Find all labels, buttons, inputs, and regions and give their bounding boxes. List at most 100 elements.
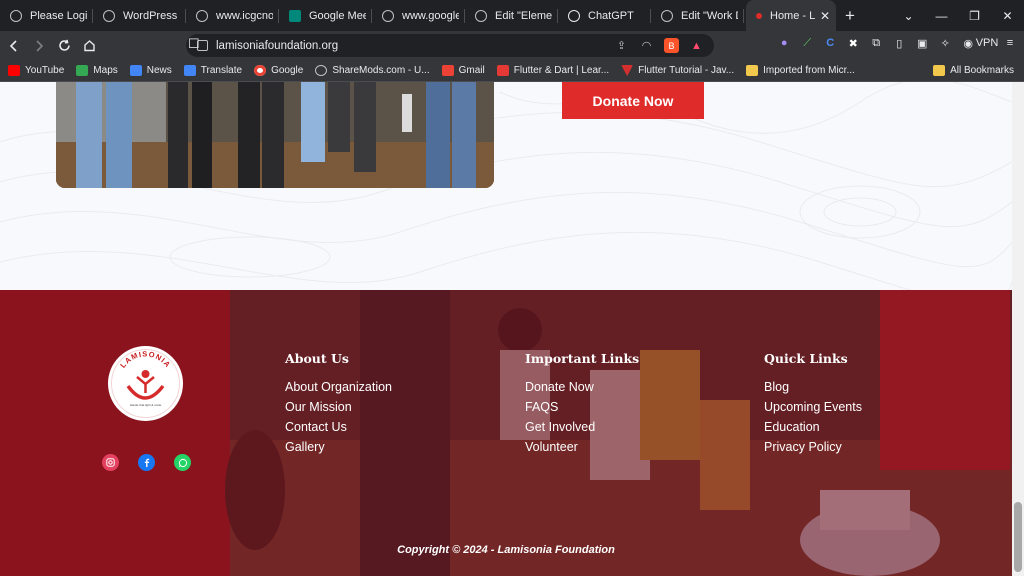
site-footer: LAMISONIA Hands that light & smile About…	[0, 290, 1012, 576]
gmail-icon	[441, 65, 454, 76]
menu-icon[interactable]: ≡	[1002, 35, 1018, 51]
footer-heading: About Us	[285, 351, 349, 366]
bookmark-label: Flutter Tutorial - Jav...	[638, 65, 735, 76]
whatsapp-icon[interactable]	[174, 454, 191, 471]
restore-icon[interactable]: ❐	[958, 0, 991, 31]
youtube-icon	[8, 65, 20, 76]
bookmark-item[interactable]: Google	[254, 65, 303, 76]
bookmark-item[interactable]: Flutter & Dart | Lear...	[496, 65, 609, 76]
volunteers-photo-illustration	[56, 82, 494, 188]
donate-now-button[interactable]: Donate Now	[562, 82, 704, 119]
tab-search-icon[interactable]: ⌄	[892, 0, 925, 31]
folder-icon	[746, 65, 759, 76]
google-meet-icon	[289, 9, 301, 22]
footer-link-gallery[interactable]: Gallery	[285, 440, 392, 460]
browser-tab[interactable]: Please Login	[0, 0, 93, 31]
bookmark-item[interactable]: YouTube	[8, 65, 64, 76]
leo-ai-icon[interactable]: ✧	[937, 35, 953, 51]
bookmark-label: Maps	[93, 65, 118, 76]
extensions-bar: ● ⟋ C ✖ ⧉ ▯ ▣ ✧ ◉ VPN ≡	[776, 35, 1018, 51]
globe-icon	[382, 9, 394, 22]
flutter-site-icon	[496, 65, 509, 76]
window-controls: ⌄ — ❐ ✕	[892, 0, 1024, 31]
footer-link-contact-us[interactable]: Contact Us	[285, 420, 392, 440]
browser-tab[interactable]: Edit "Work De	[651, 0, 744, 31]
brave-rewards-icon[interactable]: ▲	[689, 38, 704, 53]
wallet-icon[interactable]: ▣	[914, 35, 930, 51]
browser-tab[interactable]: WordPress Me	[93, 0, 186, 31]
instagram-icon[interactable]	[102, 454, 119, 471]
extension-icon[interactable]: C	[822, 35, 838, 51]
bookmark-label: Imported from Micr...	[763, 65, 855, 76]
copyright-text: Copyright © 2024 - Lamisonia Foundation	[397, 544, 615, 556]
home-icon[interactable]	[78, 35, 100, 57]
svg-text:Hands that light & smile: Hands that light & smile	[130, 403, 162, 407]
rss-icon[interactable]: ◠	[639, 38, 654, 53]
extension-icon[interactable]: ⟋	[799, 35, 815, 51]
new-tab-button[interactable]: +	[836, 0, 864, 31]
bookmark-label: Google	[271, 65, 304, 76]
footer-important-links: Important Links Donate Now FAQS Get Invo…	[525, 351, 639, 460]
scrollbar-thumb[interactable]	[1014, 502, 1022, 572]
all-bookmarks-folder[interactable]: All Bookmarks	[933, 65, 1014, 76]
browser-tab[interactable]: Google Meet	[279, 0, 372, 31]
minimize-icon[interactable]: —	[925, 0, 958, 31]
browser-tab[interactable]: ChatGPT	[558, 0, 651, 31]
translate-icon	[183, 65, 196, 76]
page-scrollbar[interactable]	[1012, 82, 1024, 576]
close-window-icon[interactable]: ✕	[991, 0, 1024, 31]
tab-title: www.google.c	[402, 9, 459, 22]
footer-link-faqs[interactable]: FAQS	[525, 400, 639, 420]
sidebar-icon[interactable]: ▯	[891, 35, 907, 51]
extension-icon[interactable]: ✖	[845, 35, 861, 51]
lamisonia-logo-mark: LAMISONIA Hands that light & smile	[111, 349, 180, 418]
footer-link-about-organization[interactable]: About Organization	[285, 380, 392, 400]
volunteers-photo	[56, 82, 494, 188]
footer-link-upcoming-events[interactable]: Upcoming Events	[764, 400, 862, 420]
back-icon[interactable]	[3, 35, 25, 57]
bookmark-item[interactable]: Maps	[76, 65, 118, 76]
bookmark-item[interactable]: News	[129, 65, 172, 76]
share-icon[interactable]: ⇪	[614, 38, 629, 53]
social-links	[102, 454, 191, 471]
bookmark-item[interactable]: Flutter Tutorial - Jav...	[621, 65, 734, 76]
google-icon	[254, 65, 267, 76]
footer-link-blog[interactable]: Blog	[764, 380, 862, 400]
browser-tab-active[interactable]: Home - L ✕	[746, 0, 836, 31]
chatgpt-icon	[568, 9, 580, 22]
bookmark-page-icon[interactable]: ☐	[188, 36, 200, 52]
browser-tab[interactable]: Edit "Element	[465, 0, 558, 31]
footer-link-get-involved[interactable]: Get Involved	[525, 420, 639, 440]
bookmark-folder[interactable]: Imported from Micr...	[746, 65, 855, 76]
bookmark-label: YouTube	[25, 65, 65, 76]
tab-title: Edit "Element	[495, 9, 552, 22]
footer-link-donate-now[interactable]: Donate Now	[525, 380, 639, 400]
address-bar[interactable]: lamisoniafoundation.org ⇪ ◠ B ▲	[186, 34, 714, 57]
bookmark-item[interactable]: Translate	[183, 65, 242, 76]
footer-link-our-mission[interactable]: Our Mission	[285, 400, 392, 420]
close-tab-icon[interactable]: ✕	[816, 9, 830, 23]
forward-icon[interactable]	[28, 35, 50, 57]
tab-title: www.icgcnorth	[216, 9, 273, 22]
footer-link-volunteer[interactable]: Volunteer	[525, 440, 639, 460]
globe-icon	[661, 9, 673, 22]
footer-heading: Quick Links	[764, 351, 848, 366]
brave-shields-icon[interactable]: B	[664, 38, 679, 53]
reload-icon[interactable]	[53, 35, 75, 57]
vpn-button[interactable]: ◉ VPN	[960, 35, 998, 51]
bookmark-item[interactable]: ShareMods.com - U...	[315, 65, 430, 76]
globe-icon	[10, 9, 22, 22]
lamisonia-logo[interactable]: LAMISONIA Hands that light & smile	[108, 346, 183, 421]
footer-link-privacy-policy[interactable]: Privacy Policy	[764, 440, 862, 460]
facebook-icon[interactable]	[138, 454, 155, 471]
extensions-puzzle-icon[interactable]: ⧉	[868, 35, 884, 51]
folder-icon	[933, 65, 946, 76]
globe-icon	[103, 9, 115, 22]
tab-title: Edit "Work De	[681, 9, 738, 22]
browser-tab[interactable]: www.icgcnorth	[186, 0, 279, 31]
extension-icon[interactable]: ●	[776, 35, 792, 51]
footer-quick-links: Quick Links Blog Upcoming Events Educati…	[764, 351, 862, 460]
bookmark-item[interactable]: Gmail	[441, 65, 485, 76]
footer-link-education[interactable]: Education	[764, 420, 862, 440]
browser-tab[interactable]: www.google.c	[372, 0, 465, 31]
